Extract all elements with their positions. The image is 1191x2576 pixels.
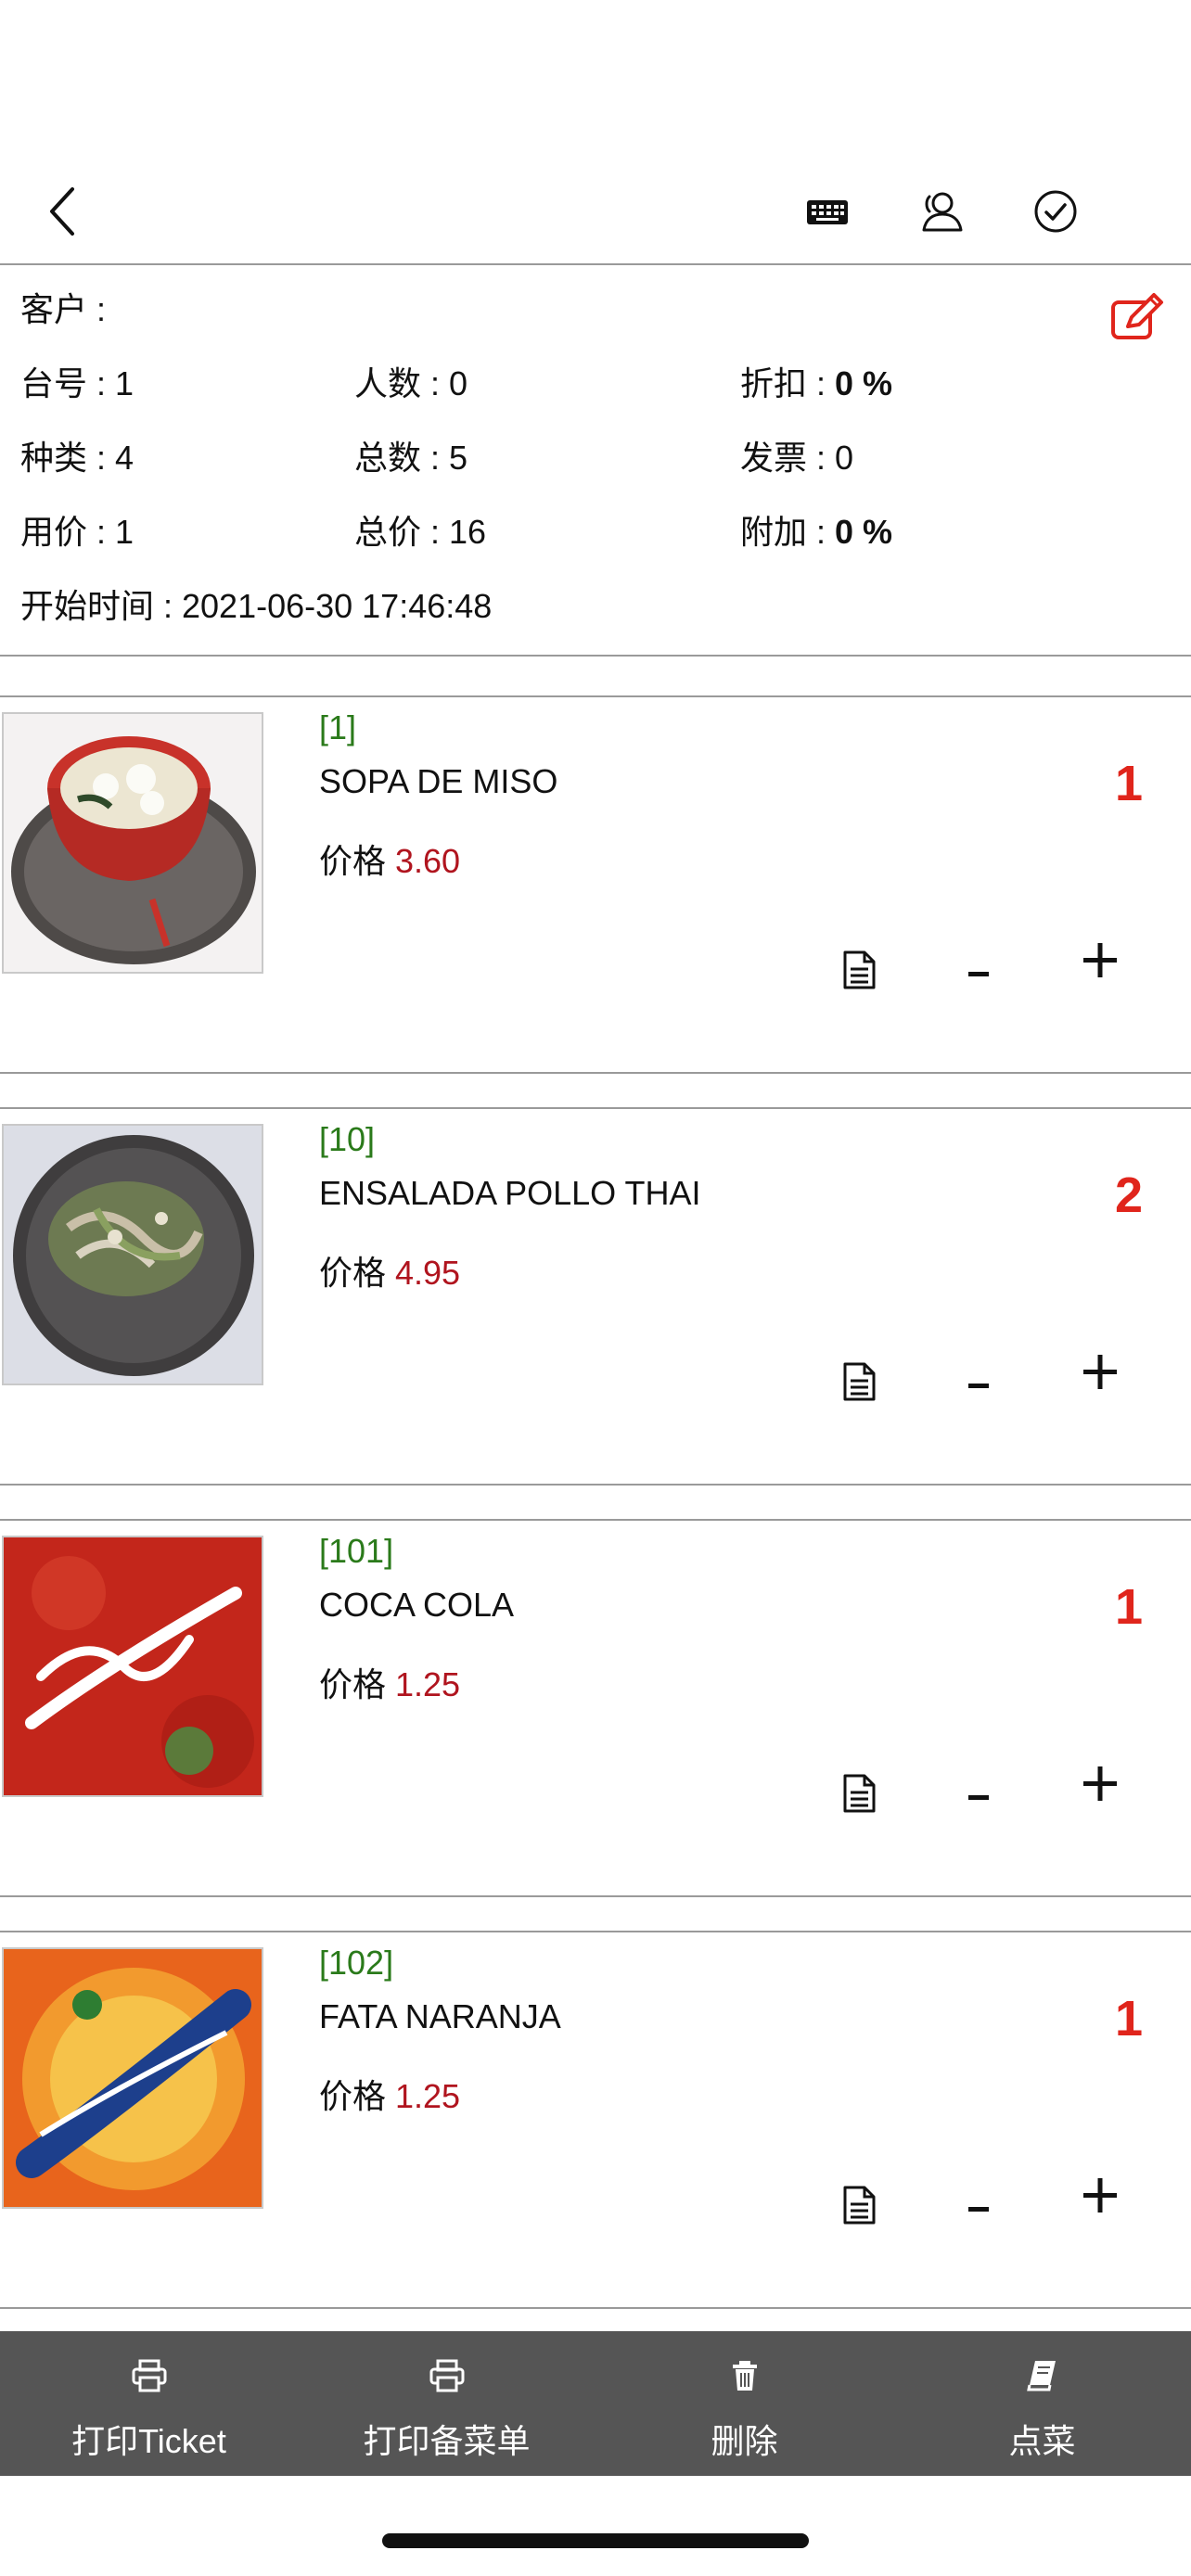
- top-nav-bar: [0, 0, 1191, 265]
- price-label: 价格: [319, 1254, 387, 1292]
- invoice-count: 发票 : 0: [740, 439, 854, 477]
- discount-label: 折扣 :: [740, 364, 826, 402]
- list-item: [1] SOPA DE MISO 价格 3.60 1: [0, 695, 1191, 1074]
- list-item: [101] COCA COLA 价格 1.25 1: [0, 1519, 1191, 1897]
- item-image-fanta: [2, 1947, 263, 2209]
- item-quantity: 1: [1114, 1579, 1143, 1635]
- decrease-quantity-button[interactable]: [961, 944, 998, 990]
- item-image-coca-cola: [2, 1536, 263, 1797]
- item-price: 价格 1.25: [319, 2070, 460, 2118]
- price-value: 1.25: [395, 1665, 461, 1703]
- increase-quantity-button[interactable]: [1078, 1348, 1122, 1395]
- decrease-quantity-button[interactable]: [961, 1356, 998, 1402]
- item-price: 价格 3.60: [319, 835, 460, 883]
- order-dishes-label: 点菜: [1008, 2422, 1076, 2460]
- price-value: 4.95: [395, 1254, 461, 1292]
- increase-quantity-button[interactable]: [1078, 937, 1122, 983]
- note-icon[interactable]: [840, 1773, 877, 1814]
- delete-label: 删除: [711, 2422, 778, 2460]
- discount-value: 0 %: [835, 364, 893, 402]
- keyboard-icon[interactable]: [803, 187, 852, 236]
- kinds-count: 种类 : 4: [20, 439, 134, 477]
- user-icon[interactable]: [916, 187, 965, 236]
- printer-icon: [132, 2359, 166, 2392]
- price-label: 价格: [319, 842, 387, 880]
- discount: 折扣 : 0 %: [740, 363, 892, 404]
- print-ticket-button[interactable]: 打印Ticket: [0, 2331, 298, 2476]
- item-name: SOPA DE MISO: [319, 762, 558, 800]
- chevron-left-icon[interactable]: [43, 182, 87, 241]
- note-icon[interactable]: [840, 2185, 877, 2225]
- increase-quantity-button[interactable]: [1078, 1760, 1122, 1806]
- list-item: [10] ENSALADA POLLO THAI 价格 4.95 2: [0, 1107, 1191, 1486]
- decrease-quantity-button[interactable]: [961, 1767, 998, 1814]
- extra: 附加 : 0 %: [740, 512, 892, 553]
- item-price: 价格 1.25: [319, 1658, 460, 1706]
- start-time: 开始时间 : 2021-06-30 17:46:48: [20, 587, 493, 625]
- item-image-chicken-salad: [2, 1124, 263, 1385]
- item-name: ENSALADA POLLO THAI: [319, 1174, 701, 1212]
- price-label: 价格: [319, 1665, 387, 1703]
- price-value: 3.60: [395, 842, 461, 880]
- list-item: [102] FATA NARANJA 价格 1.25 1: [0, 1931, 1191, 2309]
- item-code: [102]: [319, 1944, 394, 1982]
- extra-value: 0 %: [835, 513, 893, 551]
- total-count: 总数 : 5: [354, 439, 468, 477]
- item-name: COCA COLA: [319, 1586, 515, 1624]
- item-image-miso-soup: [2, 712, 263, 974]
- note-icon[interactable]: [840, 1361, 877, 1402]
- print-ticket-label: 打印Ticket: [71, 2422, 226, 2460]
- delete-button[interactable]: 删除: [596, 2331, 893, 2476]
- customer-label: 客户 :: [20, 290, 107, 328]
- book-icon: [1026, 2361, 1056, 2391]
- price-label: 价格: [319, 2077, 387, 2115]
- decrease-quantity-button[interactable]: [961, 2179, 998, 2225]
- item-code: [1]: [319, 708, 357, 746]
- item-code: [10]: [319, 1120, 376, 1158]
- total-price: 总价 : 16: [354, 513, 487, 551]
- printer-icon: [429, 2359, 464, 2392]
- people-count: 人数 : 0: [354, 364, 468, 402]
- cost: 用价 : 1: [20, 513, 134, 551]
- check-circle-icon[interactable]: [1031, 187, 1080, 236]
- order-item-list: [1] SOPA DE MISO 价格 3.60 1 [10] ENSALADA…: [0, 695, 1191, 2342]
- trash-icon: [732, 2361, 757, 2391]
- item-price: 价格 4.95: [319, 1246, 460, 1294]
- increase-quantity-button[interactable]: [1078, 2172, 1122, 2218]
- item-name: FATA NARANJA: [319, 1997, 561, 2035]
- item-quantity: 2: [1114, 1167, 1143, 1223]
- table-number: 台号 : 1: [20, 364, 134, 402]
- print-kitchen-order-button[interactable]: 打印备菜单: [298, 2331, 596, 2476]
- order-info-panel: 客户 : 台号 : 1 人数 : 0 折扣 : 0 % 种类 : 4 总数 : …: [0, 267, 1191, 657]
- price-value: 1.25: [395, 2077, 461, 2115]
- edit-icon[interactable]: [1109, 291, 1167, 343]
- bottom-action-bar: 打印Ticket 打印备菜单 删除 点菜: [0, 2331, 1191, 2476]
- item-code: [101]: [319, 1532, 394, 1570]
- note-icon[interactable]: [840, 950, 877, 990]
- home-indicator: [382, 2533, 809, 2548]
- extra-label: 附加 :: [740, 513, 826, 551]
- item-quantity: 1: [1114, 756, 1143, 811]
- item-quantity: 1: [1114, 1991, 1143, 2047]
- print-kitchen-order-label: 打印备菜单: [363, 2422, 531, 2460]
- order-dishes-button[interactable]: 点菜: [893, 2331, 1191, 2476]
